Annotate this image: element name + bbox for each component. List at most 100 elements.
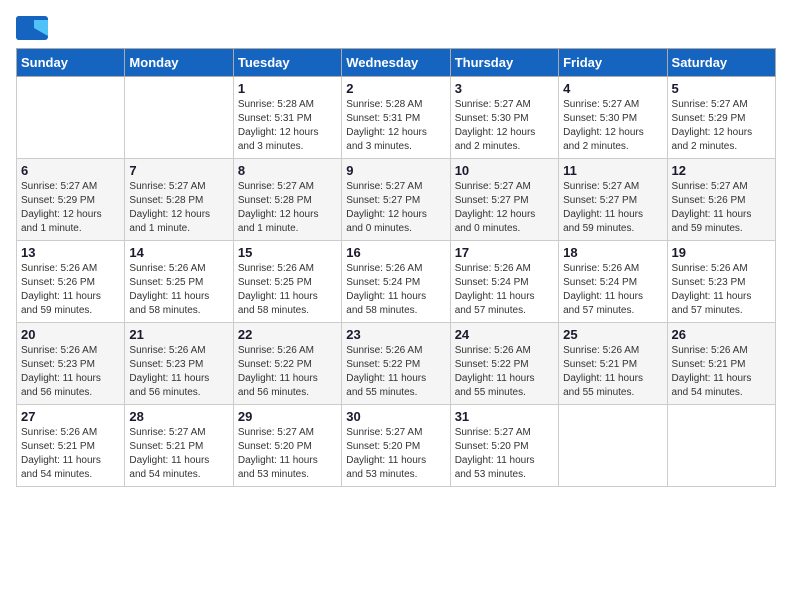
calendar-day-header: Friday — [559, 49, 667, 77]
day-info: Sunrise: 5:28 AM Sunset: 5:31 PM Dayligh… — [346, 98, 445, 154]
calendar-cell: 15 Sunrise: 5:26 AM Sunset: 5:25 PM Dayli… — [233, 241, 341, 323]
calendar-cell: 4Sunrise: 5:27 AM Sunset: 5:30 PM Daylig… — [559, 77, 667, 159]
day-number: 30 — [346, 409, 445, 424]
day-info: Sunrise: 5:26 AM Sunset: 5:25 PM Dayligh… — [238, 262, 337, 318]
calendar-week-row: 1 Sunrise: 5:28 AM Sunset: 5:31 PM Daylig… — [17, 77, 776, 159]
calendar-cell: 18 Sunrise: 5:26 AM Sunset: 5:24 PM Dayli… — [559, 241, 667, 323]
logo — [16, 16, 52, 40]
day-number: 16 — [346, 245, 445, 260]
day-info: Sunrise: 5:27 AM Sunset: 5:21 PM Dayligh… — [129, 426, 228, 482]
calendar-header-row: SundayMondayTuesdayWednesdayThursdayFrid… — [17, 49, 776, 77]
day-number: 3 — [455, 81, 554, 96]
day-number: 19 — [672, 245, 771, 260]
calendar-day-header: Wednesday — [342, 49, 450, 77]
day-info: Sunrise: 5:27 AM Sunset: 5:28 PM Dayligh… — [238, 180, 337, 236]
calendar-cell: 5 Sunrise: 5:27 AM Sunset: 5:29 PM Daylig… — [667, 77, 775, 159]
day-info: Sunrise: 5:27 AM Sunset: 5:27 PM Dayligh… — [346, 180, 445, 236]
calendar-day-header: Saturday — [667, 49, 775, 77]
day-number: 1 — [238, 81, 337, 96]
day-number: 21 — [129, 327, 228, 342]
day-info: Sunrise: 5:26 AM Sunset: 5:21 PM Dayligh… — [563, 344, 662, 400]
day-info: Sunrise: 5:26 AM Sunset: 5:24 PM Dayligh… — [346, 262, 445, 318]
day-info: Sunrise: 5:26 AM Sunset: 5:24 PM Dayligh… — [455, 262, 554, 318]
page-header — [16, 16, 776, 40]
day-info: Sunrise: 5:26 AM Sunset: 5:26 PM Dayligh… — [21, 262, 120, 318]
calendar-cell — [667, 405, 775, 487]
day-number: 8 — [238, 163, 337, 178]
calendar-cell: 12 Sunrise: 5:27 AM Sunset: 5:26 PM Dayli… — [667, 159, 775, 241]
day-number: 13 — [21, 245, 120, 260]
calendar-cell: 29 Sunrise: 5:27 AM Sunset: 5:20 PM Dayli… — [233, 405, 341, 487]
calendar-table: SundayMondayTuesdayWednesdayThursdayFrid… — [16, 48, 776, 487]
day-number: 22 — [238, 327, 337, 342]
day-number: 23 — [346, 327, 445, 342]
day-info: Sunrise: 5:27 AM Sunset: 5:29 PM Dayligh… — [21, 180, 120, 236]
day-number: 29 — [238, 409, 337, 424]
calendar-cell: 14 Sunrise: 5:26 AM Sunset: 5:25 PM Dayli… — [125, 241, 233, 323]
calendar-week-row: 6 Sunrise: 5:27 AM Sunset: 5:29 PM Daylig… — [17, 159, 776, 241]
calendar-cell: 7 Sunrise: 5:27 AM Sunset: 5:28 PM Daylig… — [125, 159, 233, 241]
day-number: 31 — [455, 409, 554, 424]
day-number: 28 — [129, 409, 228, 424]
day-number: 14 — [129, 245, 228, 260]
day-info: Sunrise: 5:27 AM Sunset: 5:27 PM Dayligh… — [455, 180, 554, 236]
day-info: Sunrise: 5:27 AM Sunset: 5:26 PM Dayligh… — [672, 180, 771, 236]
day-number: 9 — [346, 163, 445, 178]
calendar-cell: 17 Sunrise: 5:26 AM Sunset: 5:24 PM Dayli… — [450, 241, 558, 323]
day-info: Sunrise: 5:27 AM Sunset: 5:20 PM Dayligh… — [346, 426, 445, 482]
calendar-cell: 8 Sunrise: 5:27 AM Sunset: 5:28 PM Daylig… — [233, 159, 341, 241]
calendar-cell: 16 Sunrise: 5:26 AM Sunset: 5:24 PM Dayli… — [342, 241, 450, 323]
day-number: 11 — [563, 163, 662, 178]
day-info: Sunrise: 5:26 AM Sunset: 5:24 PM Dayligh… — [563, 262, 662, 318]
calendar-cell: 31 Sunrise: 5:27 AM Sunset: 5:20 PM Dayli… — [450, 405, 558, 487]
day-info: Sunrise: 5:27 AM Sunset: 5:29 PM Dayligh… — [672, 98, 771, 154]
day-info: Sunrise: 5:26 AM Sunset: 5:22 PM Dayligh… — [455, 344, 554, 400]
calendar-cell: 20 Sunrise: 5:26 AM Sunset: 5:23 PM Dayli… — [17, 323, 125, 405]
calendar-cell — [17, 77, 125, 159]
calendar-cell: 10 Sunrise: 5:27 AM Sunset: 5:27 PM Dayli… — [450, 159, 558, 241]
calendar-cell: 11Sunrise: 5:27 AM Sunset: 5:27 PM Dayli… — [559, 159, 667, 241]
calendar-cell: 1 Sunrise: 5:28 AM Sunset: 5:31 PM Daylig… — [233, 77, 341, 159]
day-number: 26 — [672, 327, 771, 342]
day-number: 12 — [672, 163, 771, 178]
day-number: 25 — [563, 327, 662, 342]
day-info: Sunrise: 5:27 AM Sunset: 5:30 PM Dayligh… — [563, 98, 662, 154]
day-number: 27 — [21, 409, 120, 424]
day-info: Sunrise: 5:26 AM Sunset: 5:23 PM Dayligh… — [129, 344, 228, 400]
day-number: 10 — [455, 163, 554, 178]
calendar-cell: 3Sunrise: 5:27 AM Sunset: 5:30 PM Daylig… — [450, 77, 558, 159]
calendar-day-header: Thursday — [450, 49, 558, 77]
day-info: Sunrise: 5:27 AM Sunset: 5:20 PM Dayligh… — [455, 426, 554, 482]
day-info: Sunrise: 5:26 AM Sunset: 5:23 PM Dayligh… — [21, 344, 120, 400]
calendar-cell: 6 Sunrise: 5:27 AM Sunset: 5:29 PM Daylig… — [17, 159, 125, 241]
day-number: 15 — [238, 245, 337, 260]
calendar-week-row: 13 Sunrise: 5:26 AM Sunset: 5:26 PM Dayli… — [17, 241, 776, 323]
calendar-cell: 27Sunrise: 5:26 AM Sunset: 5:21 PM Dayli… — [17, 405, 125, 487]
calendar-cell: 22Sunrise: 5:26 AM Sunset: 5:22 PM Dayli… — [233, 323, 341, 405]
day-number: 20 — [21, 327, 120, 342]
calendar-cell: 25 Sunrise: 5:26 AM Sunset: 5:21 PM Dayli… — [559, 323, 667, 405]
day-number: 6 — [21, 163, 120, 178]
calendar-cell: 21 Sunrise: 5:26 AM Sunset: 5:23 PM Dayli… — [125, 323, 233, 405]
day-number: 2 — [346, 81, 445, 96]
day-number: 7 — [129, 163, 228, 178]
calendar-cell: 2 Sunrise: 5:28 AM Sunset: 5:31 PM Daylig… — [342, 77, 450, 159]
day-number: 18 — [563, 245, 662, 260]
day-info: Sunrise: 5:28 AM Sunset: 5:31 PM Dayligh… — [238, 98, 337, 154]
day-info: Sunrise: 5:26 AM Sunset: 5:25 PM Dayligh… — [129, 262, 228, 318]
calendar-cell: 28 Sunrise: 5:27 AM Sunset: 5:21 PM Dayli… — [125, 405, 233, 487]
calendar-day-header: Sunday — [17, 49, 125, 77]
calendar-day-header: Monday — [125, 49, 233, 77]
calendar-day-header: Tuesday — [233, 49, 341, 77]
calendar-cell: 30 Sunrise: 5:27 AM Sunset: 5:20 PM Dayli… — [342, 405, 450, 487]
day-info: Sunrise: 5:27 AM Sunset: 5:28 PM Dayligh… — [129, 180, 228, 236]
calendar-cell: 26Sunrise: 5:26 AM Sunset: 5:21 PM Dayli… — [667, 323, 775, 405]
calendar-week-row: 27Sunrise: 5:26 AM Sunset: 5:21 PM Dayli… — [17, 405, 776, 487]
calendar-cell: 13 Sunrise: 5:26 AM Sunset: 5:26 PM Dayli… — [17, 241, 125, 323]
logo-icon — [16, 16, 48, 40]
day-number: 17 — [455, 245, 554, 260]
day-number: 5 — [672, 81, 771, 96]
calendar-cell: 23Sunrise: 5:26 AM Sunset: 5:22 PM Dayli… — [342, 323, 450, 405]
calendar-cell: 19Sunrise: 5:26 AM Sunset: 5:23 PM Dayli… — [667, 241, 775, 323]
day-info: Sunrise: 5:27 AM Sunset: 5:20 PM Dayligh… — [238, 426, 337, 482]
